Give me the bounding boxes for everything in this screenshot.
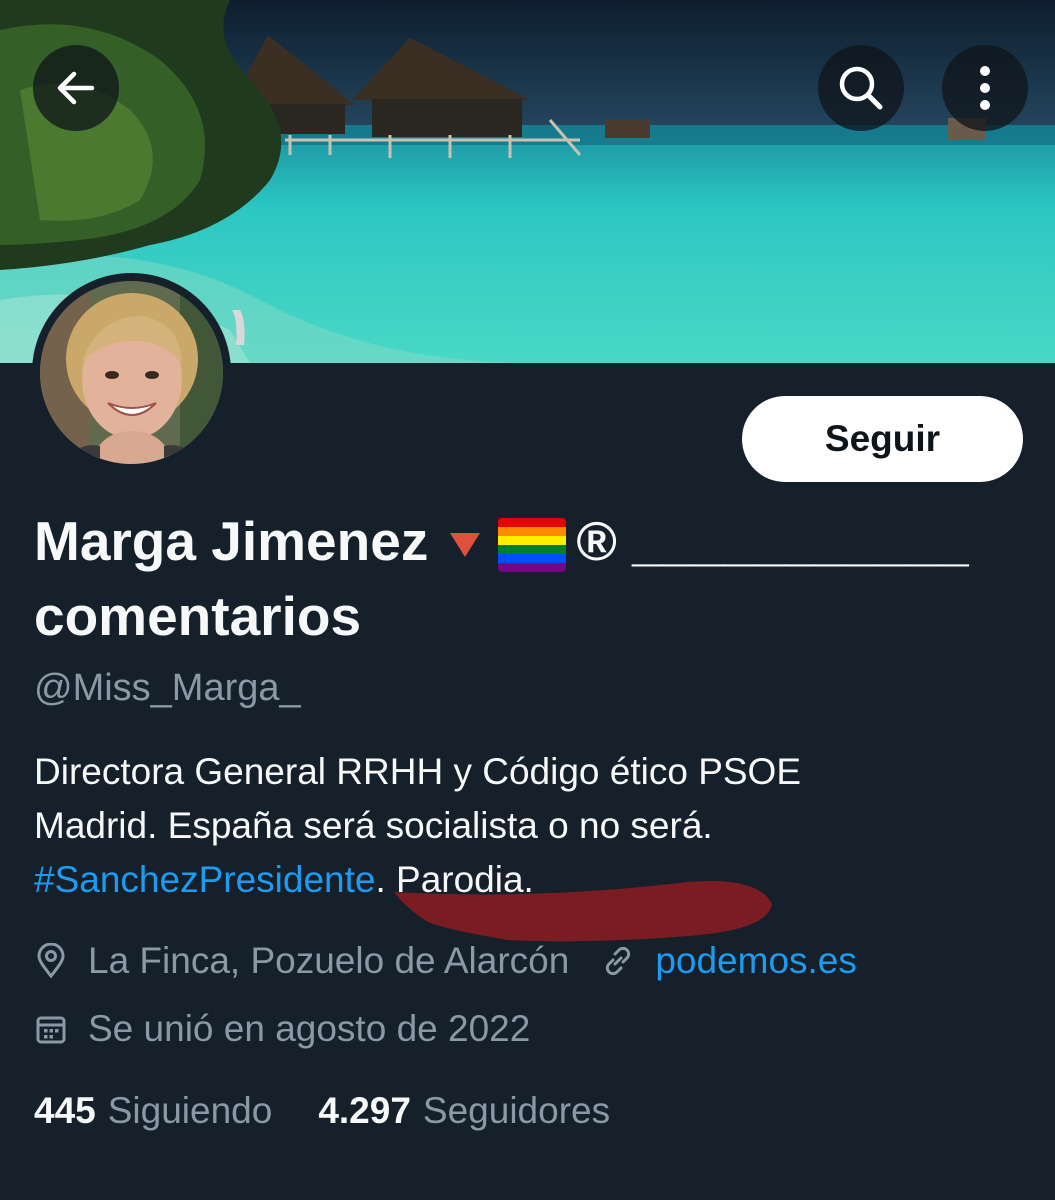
arrow-left-icon [52,64,100,112]
red-triangle-icon [450,533,481,558]
search-button[interactable] [818,45,904,131]
location-text: La Finca, Pozuelo de Alarcón [88,940,570,981]
profile-meta-joined-row: Se unió en agosto de 2022 [34,1008,530,1050]
profile-stats: 445 Siguiendo 4.297 Seguidores [34,1090,610,1132]
following-stat[interactable]: 445 Siguiendo [34,1090,272,1132]
name-underline-text: ___________ [632,510,969,572]
follow-button[interactable]: Seguir [742,396,1023,482]
followers-count: 4.297 [318,1090,411,1131]
display-name-text: Marga Jimenez [34,510,429,572]
following-label: Siguiendo [107,1090,273,1131]
more-options-button[interactable] [942,45,1028,131]
location-pin-icon [34,943,70,979]
followers-stat[interactable]: 4.297 Seguidores [318,1090,610,1132]
profile-display-name: Marga Jimenez ® ___________ comentarios [34,504,1024,654]
profile-avatar[interactable] [32,273,231,472]
bio-hashtag-link[interactable]: #SanchezPresidente [34,859,375,900]
followers-label: Seguidores [422,1090,611,1131]
bio-line-2: Madrid. España será socialista o no será… [34,805,713,846]
registered-symbol: ® [576,510,617,572]
link-icon [601,943,637,979]
calendar-icon [34,1011,70,1047]
profile-bio: Directora General RRHH y Código ético PS… [34,745,1024,907]
back-button[interactable] [33,45,119,131]
search-icon [836,63,886,113]
profile-screen: Seguir Marga Jimenez ® ___________ coment… [0,0,1055,1200]
bio-tail: . Parodia. [375,859,534,900]
website-link[interactable]: podemos.es [655,940,857,982]
more-vertical-icon [975,63,995,113]
rainbow-flag-icon [498,518,567,573]
profile-meta-location-row: La Finca, Pozuelo de Alarcón podemos.es [34,940,857,982]
display-name-line2: comentarios [34,585,362,647]
bio-line-1: Directora General RRHH y Código ético PS… [34,751,802,792]
following-count: 445 [34,1090,96,1131]
joined-date-text: Se unió en agosto de 2022 [88,1008,531,1049]
profile-handle: @Miss_Marga_ [34,667,301,709]
